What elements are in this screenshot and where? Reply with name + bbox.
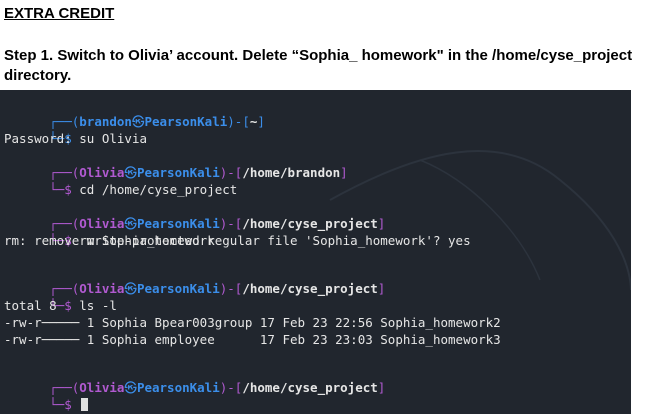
terminal-screenshot: ┌──(brandon㉿PearsonKali)-[~] └─$ su Oliv… (0, 90, 631, 414)
command-line-2: └─$ cd /home/cyse_project (49, 182, 238, 197)
document-page: EXTRA CREDIT Step 1. Switch to Olivia’ a… (0, 0, 653, 414)
prompt-line-1: ┌──(brandon㉿PearsonKali)-[~] (49, 114, 265, 129)
command-line-4: └─$ ls -l (49, 298, 117, 313)
ls-row: -rw-r───── 1 Sophia employee 17 Feb 23 2… (4, 332, 501, 347)
step-instruction: Step 1. Switch to Olivia’ account. Delet… (4, 47, 633, 84)
command-line-1: └─$ su Olivia (49, 131, 147, 146)
command-line-3: └─$ rm Sophia_homework (49, 233, 215, 248)
command-line-5: └─$ (4, 379, 89, 412)
password-prompt: Password: (4, 131, 72, 146)
prompt-line-2: ┌──(Olivia㉿PearsonKali)-[/home/brandon] (49, 165, 348, 180)
rm-confirmation: rm: remove write-protected regular file … (4, 233, 471, 248)
skull-icon: ㉿ (124, 380, 137, 395)
prompt-line-4: ┌──(Olivia㉿PearsonKali)-[/home/cyse_proj… (49, 281, 386, 296)
terminal-cursor (81, 398, 89, 411)
extra-credit-heading: EXTRA CREDIT (4, 5, 115, 22)
prompt-line-5: ┌──(Olivia㉿PearsonKali)-[/home/cyse_proj… (49, 380, 386, 395)
prompt-line-3: ┌──(Olivia㉿PearsonKali)-[/home/cyse_proj… (49, 216, 386, 231)
ls-total: total 8 (4, 298, 57, 313)
skull-icon: ㉿ (124, 281, 137, 296)
ls-row: -rw-r───── 1 Sophia Bpear003group 17 Feb… (4, 315, 501, 330)
